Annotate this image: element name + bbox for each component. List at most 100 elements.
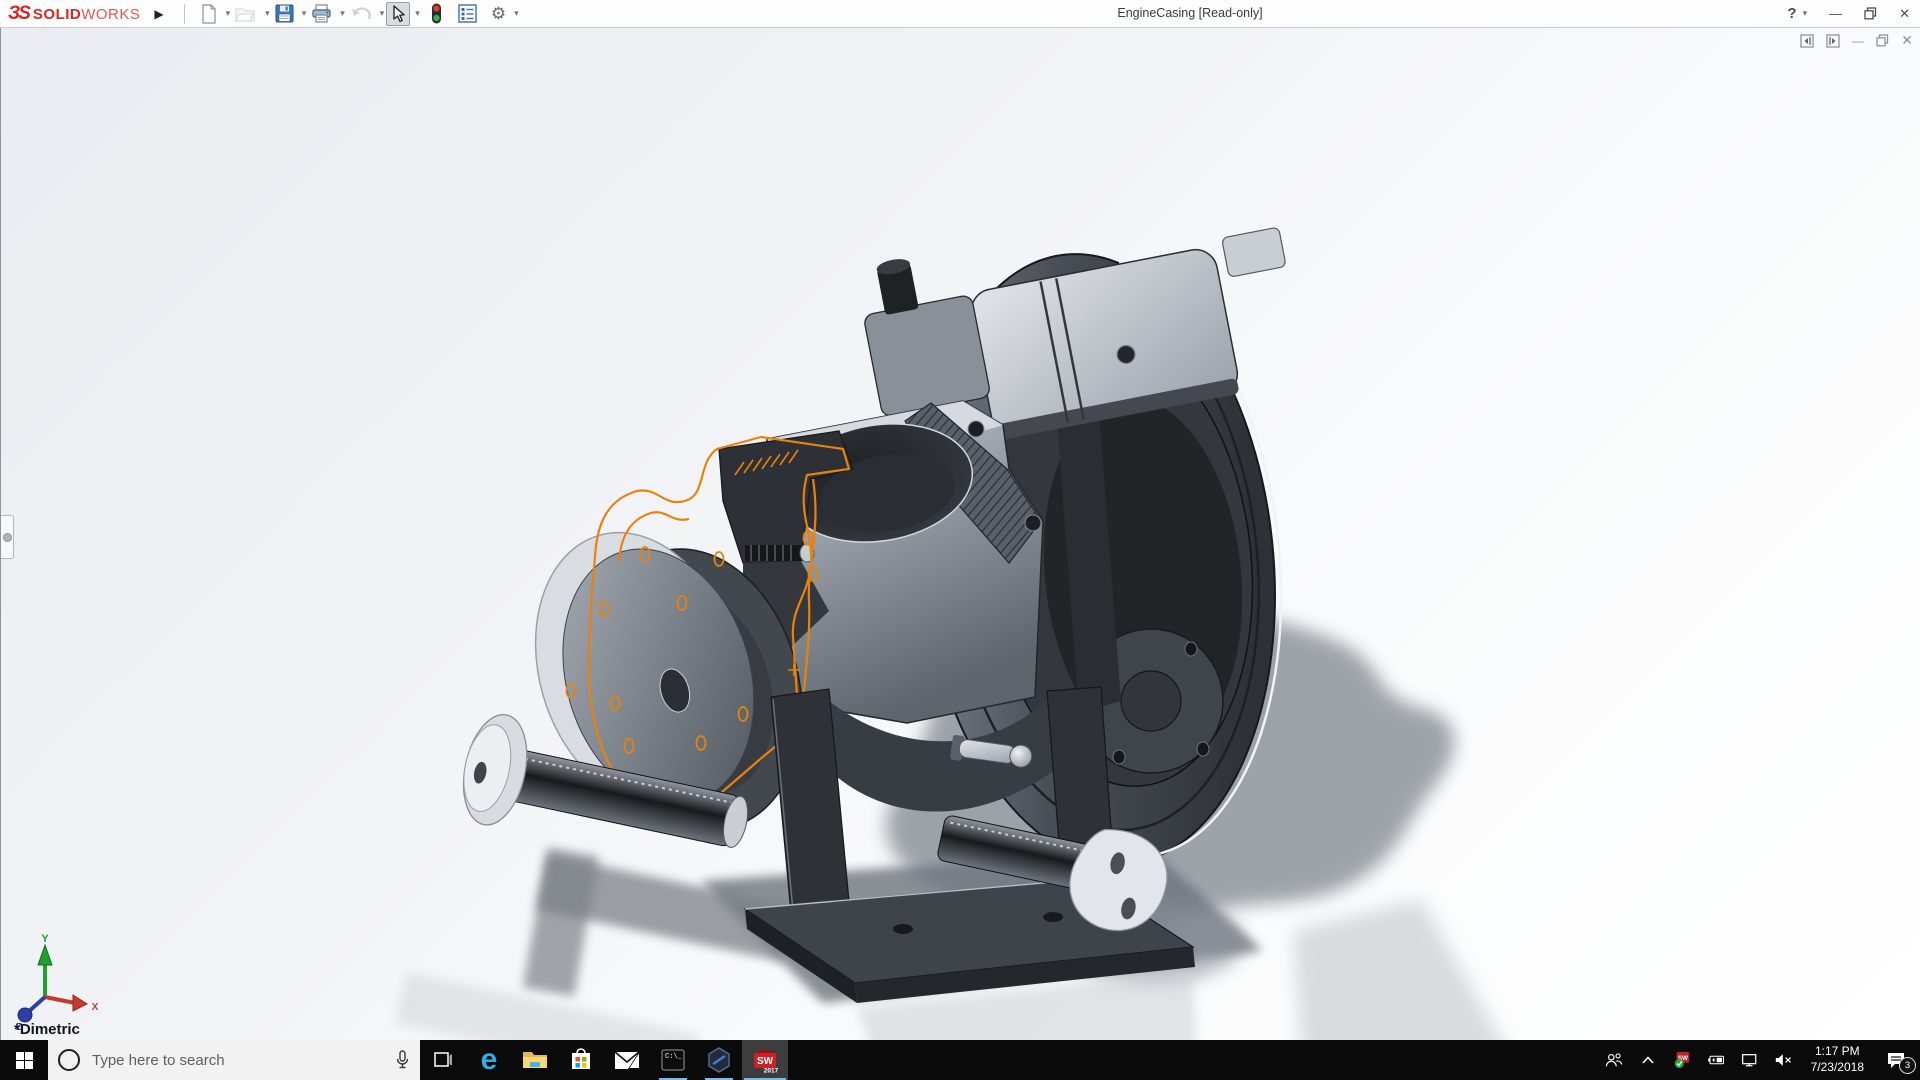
notification-badge: 3 xyxy=(1899,1057,1916,1074)
new-document-button[interactable] xyxy=(197,2,221,26)
select-tool-caret-icon[interactable]: ▾ xyxy=(415,8,420,19)
command-prompt-icon: C:\_ xyxy=(661,1049,685,1071)
help-caret-icon: ▾ xyxy=(1802,8,1808,18)
taskbar-app-mail[interactable] xyxy=(604,1040,650,1080)
panel-expand-dot-icon xyxy=(3,533,12,542)
feature-manager-collapsed-tab[interactable] xyxy=(1,515,14,559)
z-axis-arrow-icon xyxy=(17,1007,33,1023)
chevron-up-icon xyxy=(1642,1056,1654,1064)
options-caret-icon[interactable]: ▾ xyxy=(514,8,519,19)
expand-pane-right-button[interactable] xyxy=(1826,33,1840,48)
clock-date: 7/23/2018 xyxy=(1810,1060,1864,1074)
x-axis-label: X xyxy=(92,1002,99,1013)
doc-close-button[interactable]: ✕ xyxy=(1901,32,1913,49)
restore-icon xyxy=(1864,7,1877,20)
graphics-viewport[interactable]: — ✕ Y X Z *Dimetric xyxy=(0,28,1920,1040)
orientation-triad: Y X Z xyxy=(16,933,99,1033)
print-button[interactable] xyxy=(308,2,335,26)
open-folder-icon xyxy=(235,7,255,22)
expand-pane-right-icon xyxy=(1826,33,1840,48)
svg-text:C:\_: C:\_ xyxy=(665,1053,683,1061)
tray-overflow-chevron[interactable] xyxy=(1633,1040,1663,1080)
doc-minimize-button[interactable]: — xyxy=(1852,34,1864,48)
people-icon xyxy=(1605,1053,1622,1067)
solidworks-application: ЗS SOLID WORKS ▶ ▾ ▾ ▾ ▾ ▾ ▾ ⚙ ▾ EngineC… xyxy=(0,0,1920,1080)
taskbar-app-file-explorer[interactable] xyxy=(512,1040,558,1080)
search-input[interactable] xyxy=(90,1050,385,1070)
select-cursor-icon xyxy=(393,4,405,22)
svg-text:2017: 2017 xyxy=(764,1068,779,1075)
doc-restore-button[interactable] xyxy=(1876,34,1889,47)
logo-text-works: WORKS xyxy=(81,5,141,23)
network-icon xyxy=(1741,1054,1756,1067)
battery-status[interactable] xyxy=(1701,1040,1731,1080)
solidworks-ds-icon: ЗS xyxy=(8,2,31,24)
network-status[interactable] xyxy=(1735,1040,1765,1080)
undo-caret-icon[interactable]: ▾ xyxy=(380,8,385,19)
options-button[interactable]: ⚙ xyxy=(488,2,509,26)
help-button[interactable]: ? ▾ xyxy=(1785,5,1809,22)
open-document-caret-icon[interactable]: ▾ xyxy=(265,8,270,19)
battery-plug-icon xyxy=(1707,1055,1724,1065)
action-center-button[interactable]: 3 xyxy=(1876,1040,1916,1080)
file-explorer-icon xyxy=(523,1052,547,1068)
taskbar-app-edge[interactable]: e xyxy=(466,1040,512,1080)
save-button[interactable] xyxy=(272,2,297,26)
taskbar-app-3d-hexagon[interactable] xyxy=(696,1040,742,1080)
logo-text-solid: SOLID xyxy=(32,5,82,23)
view-orientation-label: *Dimetric xyxy=(14,1021,80,1038)
open-document-button[interactable] xyxy=(232,2,260,26)
doc-restore-icon xyxy=(1876,34,1889,47)
toolbar-separator xyxy=(183,3,185,24)
new-document-caret-icon[interactable]: ▾ xyxy=(226,8,231,19)
taskbar-clock[interactable]: 1:17 PM 7/23/2018 xyxy=(1803,1044,1872,1075)
app-restore-button[interactable] xyxy=(1862,7,1879,20)
clock-time: 1:17 PM xyxy=(1814,1044,1860,1059)
y-axis-arrow-icon xyxy=(37,943,53,966)
collapse-pane-left-button[interactable] xyxy=(1800,33,1814,48)
document-window-controls: — ✕ xyxy=(1800,32,1913,49)
solidworks-2017-icon: SW 2017 xyxy=(754,1049,779,1075)
traffic-light-icon xyxy=(431,3,441,24)
windows-logo-icon xyxy=(15,1051,33,1069)
windows-taskbar: e xyxy=(0,1040,1920,1080)
properties-list-button[interactable] xyxy=(455,2,480,26)
x-axis-arrow-icon xyxy=(72,994,89,1012)
model-canvas[interactable] xyxy=(1,28,1920,1040)
task-view-icon xyxy=(434,1052,452,1067)
solidworks-tray-status[interactable]: SW xyxy=(1667,1040,1697,1080)
collapse-pane-left-icon xyxy=(1800,33,1814,48)
app-close-button[interactable]: ✕ xyxy=(1897,6,1912,22)
solidworks-logo: ЗS SOLID WORKS xyxy=(8,3,140,25)
new-document-icon xyxy=(202,3,216,24)
top-left-box xyxy=(864,259,990,417)
taskbar-app-solidworks[interactable]: SW 2017 xyxy=(742,1040,788,1080)
people-button[interactable] xyxy=(1599,1040,1629,1080)
save-caret-icon[interactable]: ▾ xyxy=(302,8,307,19)
volume-status[interactable] xyxy=(1769,1040,1799,1080)
taskbar-app-microsoft-store[interactable] xyxy=(558,1040,604,1080)
volume-muted-icon xyxy=(1775,1054,1791,1066)
system-tray: SW 1:17 PM 7/23/2018 3 xyxy=(1599,1040,1920,1080)
undo-button[interactable] xyxy=(347,2,375,26)
menu-flyout-arrow-icon[interactable]: ▶ xyxy=(150,5,167,23)
display-states-button[interactable] xyxy=(428,2,445,26)
top-cover xyxy=(970,227,1286,440)
app-minimize-button[interactable]: — xyxy=(1827,6,1844,21)
select-tool-button[interactable] xyxy=(386,1,411,26)
mail-icon xyxy=(614,1050,640,1069)
document-title: EngineCasing [Read-only] xyxy=(1117,6,1263,20)
hexagon-3d-app-icon xyxy=(708,1047,730,1073)
task-view-button[interactable] xyxy=(420,1040,466,1080)
title-bar: ЗS SOLID WORKS ▶ ▾ ▾ ▾ ▾ ▾ ▾ ⚙ ▾ EngineC… xyxy=(0,0,1920,28)
svg-text:SW: SW xyxy=(757,1056,774,1067)
taskbar-app-command-prompt[interactable]: C:\_ xyxy=(650,1040,696,1080)
y-axis-label: Y xyxy=(41,933,49,945)
gear-icon: ⚙ xyxy=(490,4,507,23)
help-icon: ? xyxy=(1787,5,1797,22)
microphone-icon[interactable] xyxy=(395,1050,410,1070)
print-caret-icon[interactable]: ▾ xyxy=(340,8,345,19)
print-icon xyxy=(312,4,331,23)
taskbar-search-box[interactable] xyxy=(48,1040,420,1080)
start-button[interactable] xyxy=(0,1040,48,1080)
